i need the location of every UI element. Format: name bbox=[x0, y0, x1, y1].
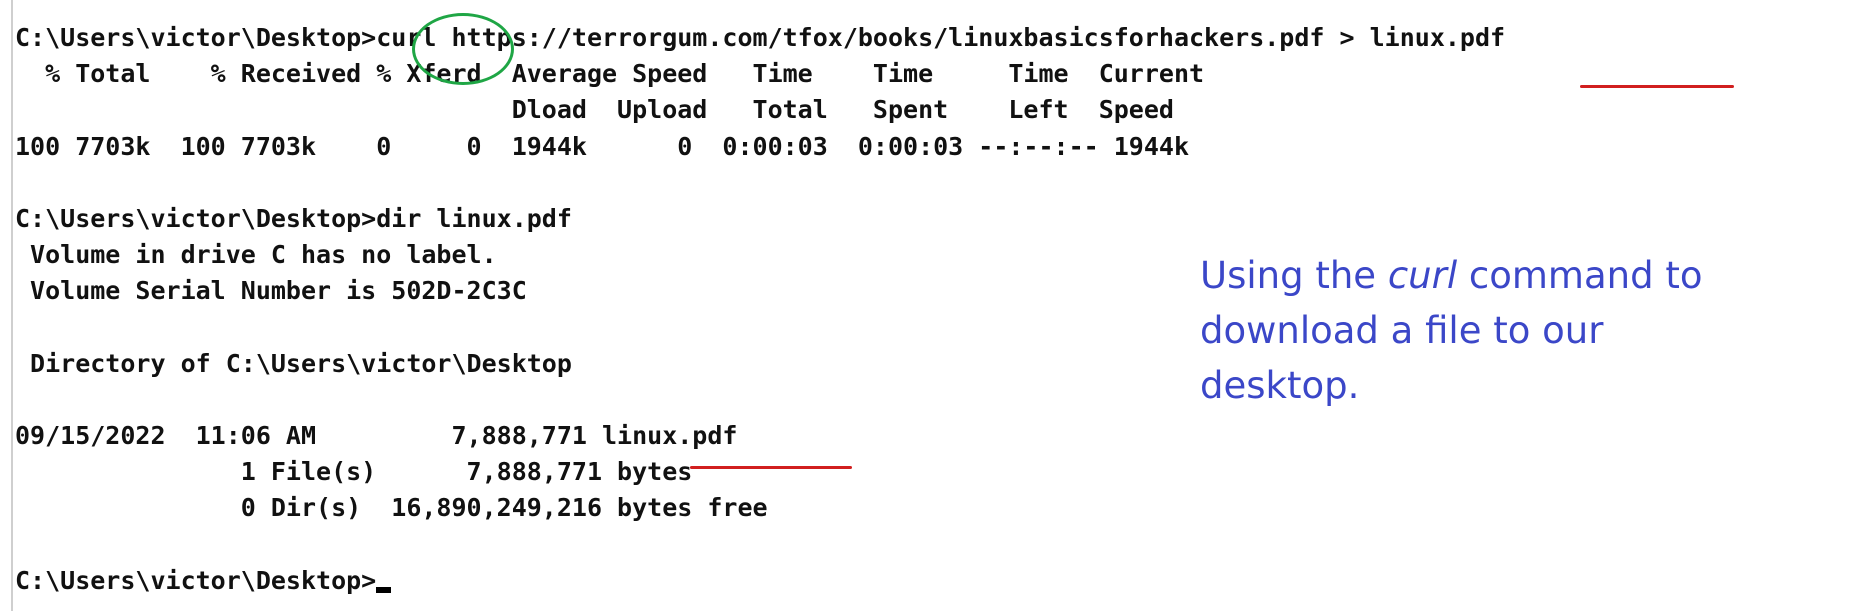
terminal-line-dir-command: C:\Users\victor\Desktop>dir linux.pdf bbox=[15, 203, 572, 233]
curl-highlight-circle bbox=[412, 13, 514, 85]
terminal-line-progress-header-1: % Total % Received % Xferd Average Speed… bbox=[15, 59, 1205, 89]
window-left-border bbox=[11, 0, 13, 611]
terminal-line-curl-command: C:\Users\victor\Desktop>curl https://ter… bbox=[15, 23, 1506, 52]
annotation-caption: Using the curl command to download a fil… bbox=[1200, 248, 1760, 413]
caption-curl-emphasis: curl bbox=[1387, 254, 1458, 297]
terminal-line-prompt[interactable]: C:\Users\victor\Desktop> bbox=[15, 563, 1505, 599]
terminal-line-dir-count: 0 Dir(s) 16,890,249,216 bytes free bbox=[15, 493, 768, 523]
terminal-line-file-entry: 09/15/2022 11:06 AM 7,888,771 linux.pdf bbox=[15, 421, 738, 451]
linux-pdf-underline-top bbox=[1580, 85, 1734, 88]
caption-text-before: Using the bbox=[1200, 254, 1388, 297]
terminal-line-progress-header-2: Dload Upload Total Spent Left Speed bbox=[15, 95, 1174, 125]
terminal-line-progress-values: 100 7703k 100 7703k 0 0 1944k 0 0:00:03 … bbox=[15, 131, 1189, 161]
linux-pdf-underline-dir bbox=[690, 466, 852, 469]
text-cursor bbox=[376, 586, 392, 593]
terminal-line-file-count: 1 File(s) 7,888,771 bytes bbox=[15, 457, 693, 487]
prompt-text: C:\Users\victor\Desktop> bbox=[15, 565, 377, 595]
